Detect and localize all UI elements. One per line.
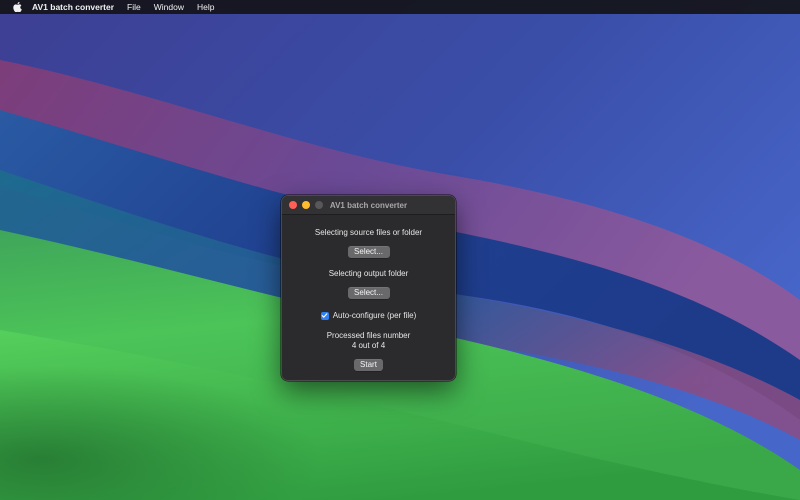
close-window-button[interactable] [289,201,297,209]
auto-configure-row[interactable]: Auto-configure (per file) [320,311,417,320]
menu-file[interactable]: File [127,0,141,14]
desktop: AV1 batch converter File Window Help AV1… [0,0,800,500]
start-button[interactable]: Start [354,359,383,371]
processed-info: Processed files number 4 out of 4 [327,331,411,351]
menu-app-name[interactable]: AV1 batch converter [32,0,114,14]
processed-count: 4 out of 4 [351,341,386,350]
app-window: AV1 batch converter Selecting source fil… [281,195,456,381]
menu-help[interactable]: Help [197,0,214,14]
checkmark-icon [321,313,328,318]
minimize-window-button[interactable] [302,201,310,209]
output-label: Selecting output folder [328,269,409,278]
auto-configure-checkbox[interactable] [320,311,329,320]
zoom-window-button [315,201,323,209]
menu-window[interactable]: Window [154,0,184,14]
select-source-button[interactable]: Select... [347,246,390,258]
auto-configure-label[interactable]: Auto-configure (per file) [333,311,417,320]
select-output-button[interactable]: Select... [347,287,390,299]
processed-label: Processed files number [326,331,411,340]
window-titlebar[interactable]: AV1 batch converter [282,196,455,215]
menu-bar: AV1 batch converter File Window Help [0,0,800,14]
apple-icon[interactable] [12,2,22,13]
source-label: Selecting source files or folder [314,228,423,237]
window-content: Selecting source files or folder Select.… [282,215,455,371]
traffic-lights [289,201,323,209]
